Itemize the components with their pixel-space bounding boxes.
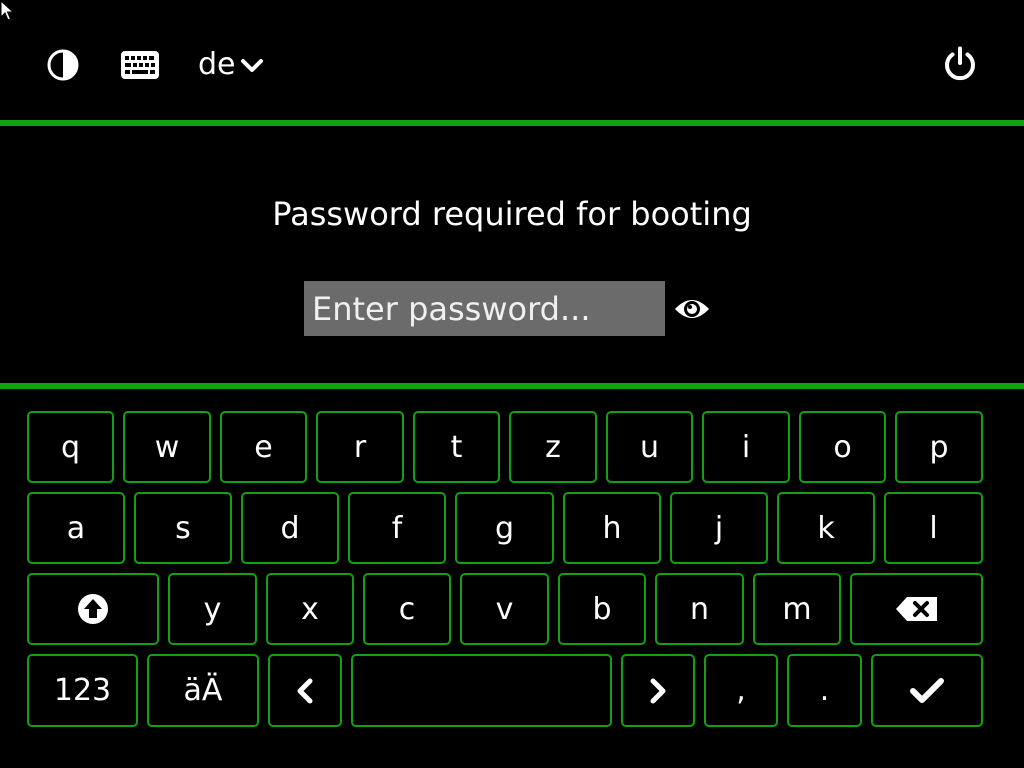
key-y[interactable]: y bbox=[168, 573, 257, 645]
key-l[interactable]: l bbox=[884, 492, 983, 564]
cursor-left-key[interactable] bbox=[268, 654, 342, 727]
key-t[interactable]: t bbox=[413, 411, 500, 483]
top-separator bbox=[0, 120, 1024, 126]
shift-key[interactable] bbox=[27, 573, 159, 645]
shift-icon bbox=[78, 594, 108, 624]
key-period[interactable]: . bbox=[787, 654, 862, 727]
mouse-cursor-icon bbox=[0, 0, 14, 21]
show-password-button[interactable] bbox=[670, 286, 714, 332]
key-j[interactable]: j bbox=[670, 492, 768, 564]
chevron-left-icon bbox=[297, 678, 313, 703]
key-h[interactable]: h bbox=[563, 492, 661, 564]
language-label: de bbox=[198, 47, 236, 82]
key-k[interactable]: k bbox=[777, 492, 875, 564]
key-m[interactable]: m bbox=[753, 573, 841, 645]
keyboard-layout-button[interactable] bbox=[116, 42, 164, 88]
cursor-right-key[interactable] bbox=[621, 654, 695, 727]
key-i[interactable]: i bbox=[702, 411, 790, 483]
key-q[interactable]: q bbox=[27, 411, 114, 483]
key-n[interactable]: n bbox=[655, 573, 744, 645]
password-input[interactable] bbox=[304, 281, 665, 336]
power-button[interactable] bbox=[936, 40, 984, 88]
key-p[interactable]: p bbox=[895, 411, 983, 483]
key-a[interactable]: a bbox=[27, 492, 125, 564]
special-chars-key[interactable]: äÄ bbox=[147, 654, 259, 727]
checkmark-icon bbox=[910, 677, 944, 703]
key-z[interactable]: z bbox=[509, 411, 597, 483]
key-comma[interactable]: , bbox=[704, 654, 778, 727]
keyboard-icon bbox=[121, 51, 159, 79]
key-r[interactable]: r bbox=[316, 411, 404, 483]
key-s[interactable]: s bbox=[134, 492, 232, 564]
key-g[interactable]: g bbox=[455, 492, 554, 564]
language-select[interactable]: de bbox=[192, 42, 274, 88]
eye-icon bbox=[675, 300, 709, 318]
backspace-icon bbox=[895, 597, 937, 621]
backspace-key[interactable] bbox=[850, 573, 983, 645]
key-v[interactable]: v bbox=[460, 573, 549, 645]
key-c[interactable]: c bbox=[363, 573, 451, 645]
key-w[interactable]: w bbox=[123, 411, 211, 483]
contrast-toggle-button[interactable] bbox=[40, 42, 86, 88]
key-u[interactable]: u bbox=[606, 411, 693, 483]
space-key[interactable] bbox=[351, 654, 612, 727]
key-o[interactable]: o bbox=[799, 411, 886, 483]
key-f[interactable]: f bbox=[348, 492, 446, 564]
numbers-key[interactable]: 123 bbox=[27, 654, 138, 727]
chevron-down-icon bbox=[240, 59, 263, 72]
key-d[interactable]: d bbox=[241, 492, 339, 564]
chevron-right-icon bbox=[650, 678, 666, 703]
contrast-icon bbox=[47, 49, 79, 81]
key-x[interactable]: x bbox=[266, 573, 354, 645]
password-prompt-title: Password required for booting bbox=[272, 195, 752, 233]
power-icon bbox=[945, 46, 975, 81]
key-b[interactable]: b bbox=[558, 573, 646, 645]
enter-key[interactable] bbox=[871, 654, 983, 727]
keyboard-separator bbox=[0, 383, 1024, 389]
key-e[interactable]: e bbox=[220, 411, 307, 483]
